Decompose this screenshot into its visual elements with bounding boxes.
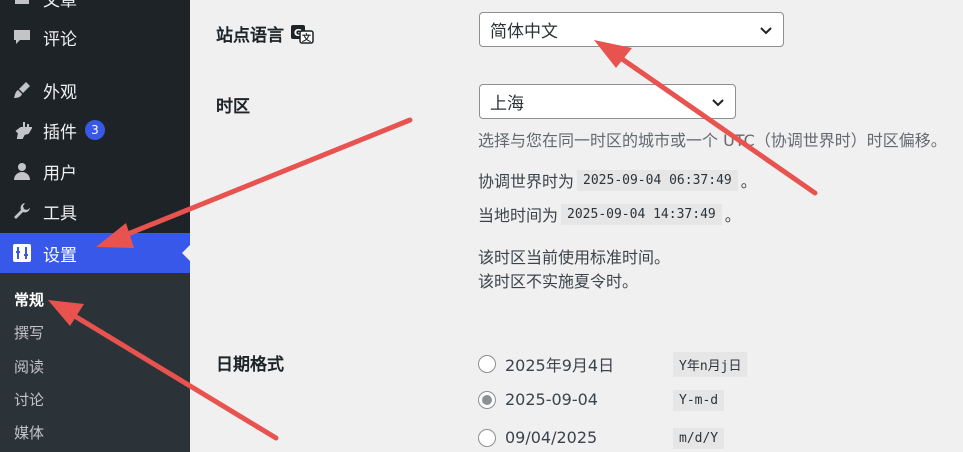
update-count-badge: 3: [85, 120, 105, 140]
timezone-description: 选择与您在同一时区的城市或一个 UTC（协调世界时）时区偏移。: [478, 131, 947, 150]
active-indicator: [182, 245, 190, 261]
local-time-value: 2025-09-04 14:37:49: [561, 203, 722, 225]
brush-icon: [11, 79, 33, 101]
date-format-code: Y-m-d: [673, 390, 725, 411]
radio-selected-dot: [482, 394, 492, 405]
date-format-radio[interactable]: [478, 428, 496, 447]
chevron-down-icon: [710, 94, 726, 115]
sidebar-item-label: 用户: [43, 163, 77, 184]
submenu-item-discussion[interactable]: 讨论: [14, 389, 44, 410]
timezone-label: 时区: [216, 97, 250, 117]
sidebar-item-label: 评论: [43, 29, 77, 50]
timezone-select[interactable]: 上海: [479, 84, 736, 119]
utc-time-value: 2025-09-04 06:37:49: [577, 169, 738, 191]
sidebar-item-label: 插件: [43, 122, 77, 143]
timezone-note-standard: 该时区当前使用标准时间。: [478, 248, 671, 267]
translation-icon: G文: [290, 24, 314, 44]
sidebar-item-appearance[interactable]: 外观: [0, 70, 190, 110]
settings-submenu: 常规 撰写 阅读 讨论 媒体: [0, 273, 190, 452]
submenu-item-reading[interactable]: 阅读: [14, 356, 44, 377]
timezone-note-dst: 该时区不实施夏令时。: [478, 272, 639, 291]
local-time-line: 当地时间为 2025-09-04 14:37:49 。: [478, 202, 741, 226]
plugin-icon: [11, 119, 33, 141]
utc-time-line: 协调世界时为 2025-09-04 06:37:49 。: [478, 168, 757, 192]
date-format-option[interactable]: 09/04/2025: [478, 428, 597, 447]
date-format-label: 日期格式: [216, 355, 284, 375]
date-format-option[interactable]: 2025年9月4日: [478, 352, 614, 376]
date-format-code: m/d/Y: [673, 428, 725, 449]
sidebar-item-settings[interactable]: 设置: [0, 233, 190, 273]
sidebar-item-comments[interactable]: 评论: [0, 17, 190, 57]
wrench-icon: [11, 200, 33, 222]
submenu-item-writing[interactable]: 撰写: [14, 322, 44, 343]
sidebar-item-label: 工具: [43, 203, 77, 224]
site-language-select[interactable]: 简体中文: [479, 12, 784, 47]
site-language-label: 站点语言 G文: [216, 21, 314, 46]
date-format-code: Y年n月j日: [673, 352, 748, 377]
chevron-down-icon: [758, 22, 774, 43]
sidebar-item-label: 文章: [43, 0, 77, 11]
sidebar-item-users[interactable]: 用户: [0, 151, 190, 191]
sidebar-item-label: 外观: [43, 82, 77, 103]
sidebar-item-media[interactable]: 文章: [0, 0, 190, 18]
date-format-option[interactable]: 2025-09-04: [478, 390, 598, 409]
date-format-radio[interactable]: [478, 390, 496, 409]
sidebar-item-label: 设置: [43, 245, 77, 266]
comment-icon: [11, 26, 33, 48]
date-format-radio[interactable]: [478, 355, 496, 373]
media-icon: [11, 0, 33, 9]
submenu-item-media[interactable]: 媒体: [14, 422, 44, 443]
settings-icon: [11, 242, 33, 264]
user-icon: [11, 160, 33, 182]
admin-sidebar: 文章 评论 外观 插件 3 用户 工具 设置 常规 撰写 阅读 讨论 媒体: [0, 0, 190, 452]
sidebar-item-tools[interactable]: 工具: [0, 191, 190, 231]
sidebar-item-plugins[interactable]: 插件 3: [0, 110, 190, 150]
submenu-item-general[interactable]: 常规: [14, 289, 44, 310]
svg-text:文: 文: [301, 32, 312, 44]
